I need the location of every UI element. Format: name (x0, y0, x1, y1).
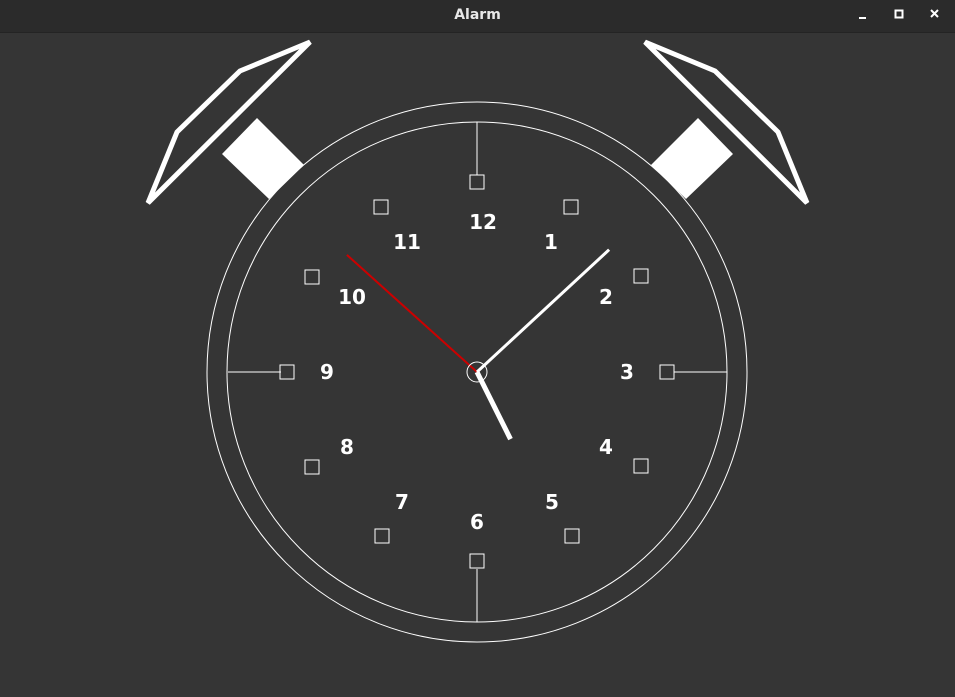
alarm-window: Alarm 12 1 2 3 4 5 6 7 8 9 10 11 (0, 0, 955, 697)
numeral-3: 3 (620, 360, 634, 384)
window-title: Alarm (454, 7, 501, 23)
minimize-icon (859, 17, 866, 19)
minimize-button[interactable] (851, 4, 875, 26)
alarm-clock-drawing: 12 1 2 3 4 5 6 7 8 9 10 11 (145, 39, 810, 643)
hour-marker-8 (304, 459, 320, 475)
close-icon (930, 9, 939, 18)
hour-marker-4 (633, 458, 649, 474)
hour-marker-10 (304, 269, 320, 285)
second-hand (346, 254, 478, 373)
numeral-10: 10 (338, 285, 366, 309)
hour-marker-6 (469, 553, 485, 569)
numeral-1: 1 (544, 230, 558, 254)
hour-marker-2 (633, 268, 649, 284)
numeral-7: 7 (395, 490, 409, 514)
numeral-12: 12 (469, 210, 497, 234)
maximize-icon (894, 9, 904, 19)
hour-marker-7 (374, 528, 390, 544)
right-bell (643, 39, 810, 205)
hour-hand (474, 370, 513, 441)
hour-marker-11 (373, 199, 389, 215)
hour-marker-1 (563, 199, 579, 215)
minute-hand (475, 248, 611, 374)
hour-marker-5 (564, 528, 580, 544)
hour-marker-12 (469, 174, 485, 190)
numeral-4: 4 (599, 435, 613, 459)
clock-canvas: 12 1 2 3 4 5 6 7 8 9 10 11 (0, 33, 955, 697)
numeral-9: 9 (320, 360, 334, 384)
numeral-5: 5 (545, 490, 559, 514)
maximize-button[interactable] (887, 4, 911, 26)
numeral-2: 2 (599, 285, 613, 309)
numeral-11: 11 (393, 230, 421, 254)
title-bar[interactable]: Alarm (0, 0, 955, 33)
left-bell (145, 39, 312, 205)
numeral-6: 6 (470, 510, 484, 534)
numeral-8: 8 (340, 435, 354, 459)
hour-marker-9 (279, 364, 295, 380)
hour-marker-3 (659, 364, 675, 380)
close-button[interactable] (923, 4, 947, 26)
